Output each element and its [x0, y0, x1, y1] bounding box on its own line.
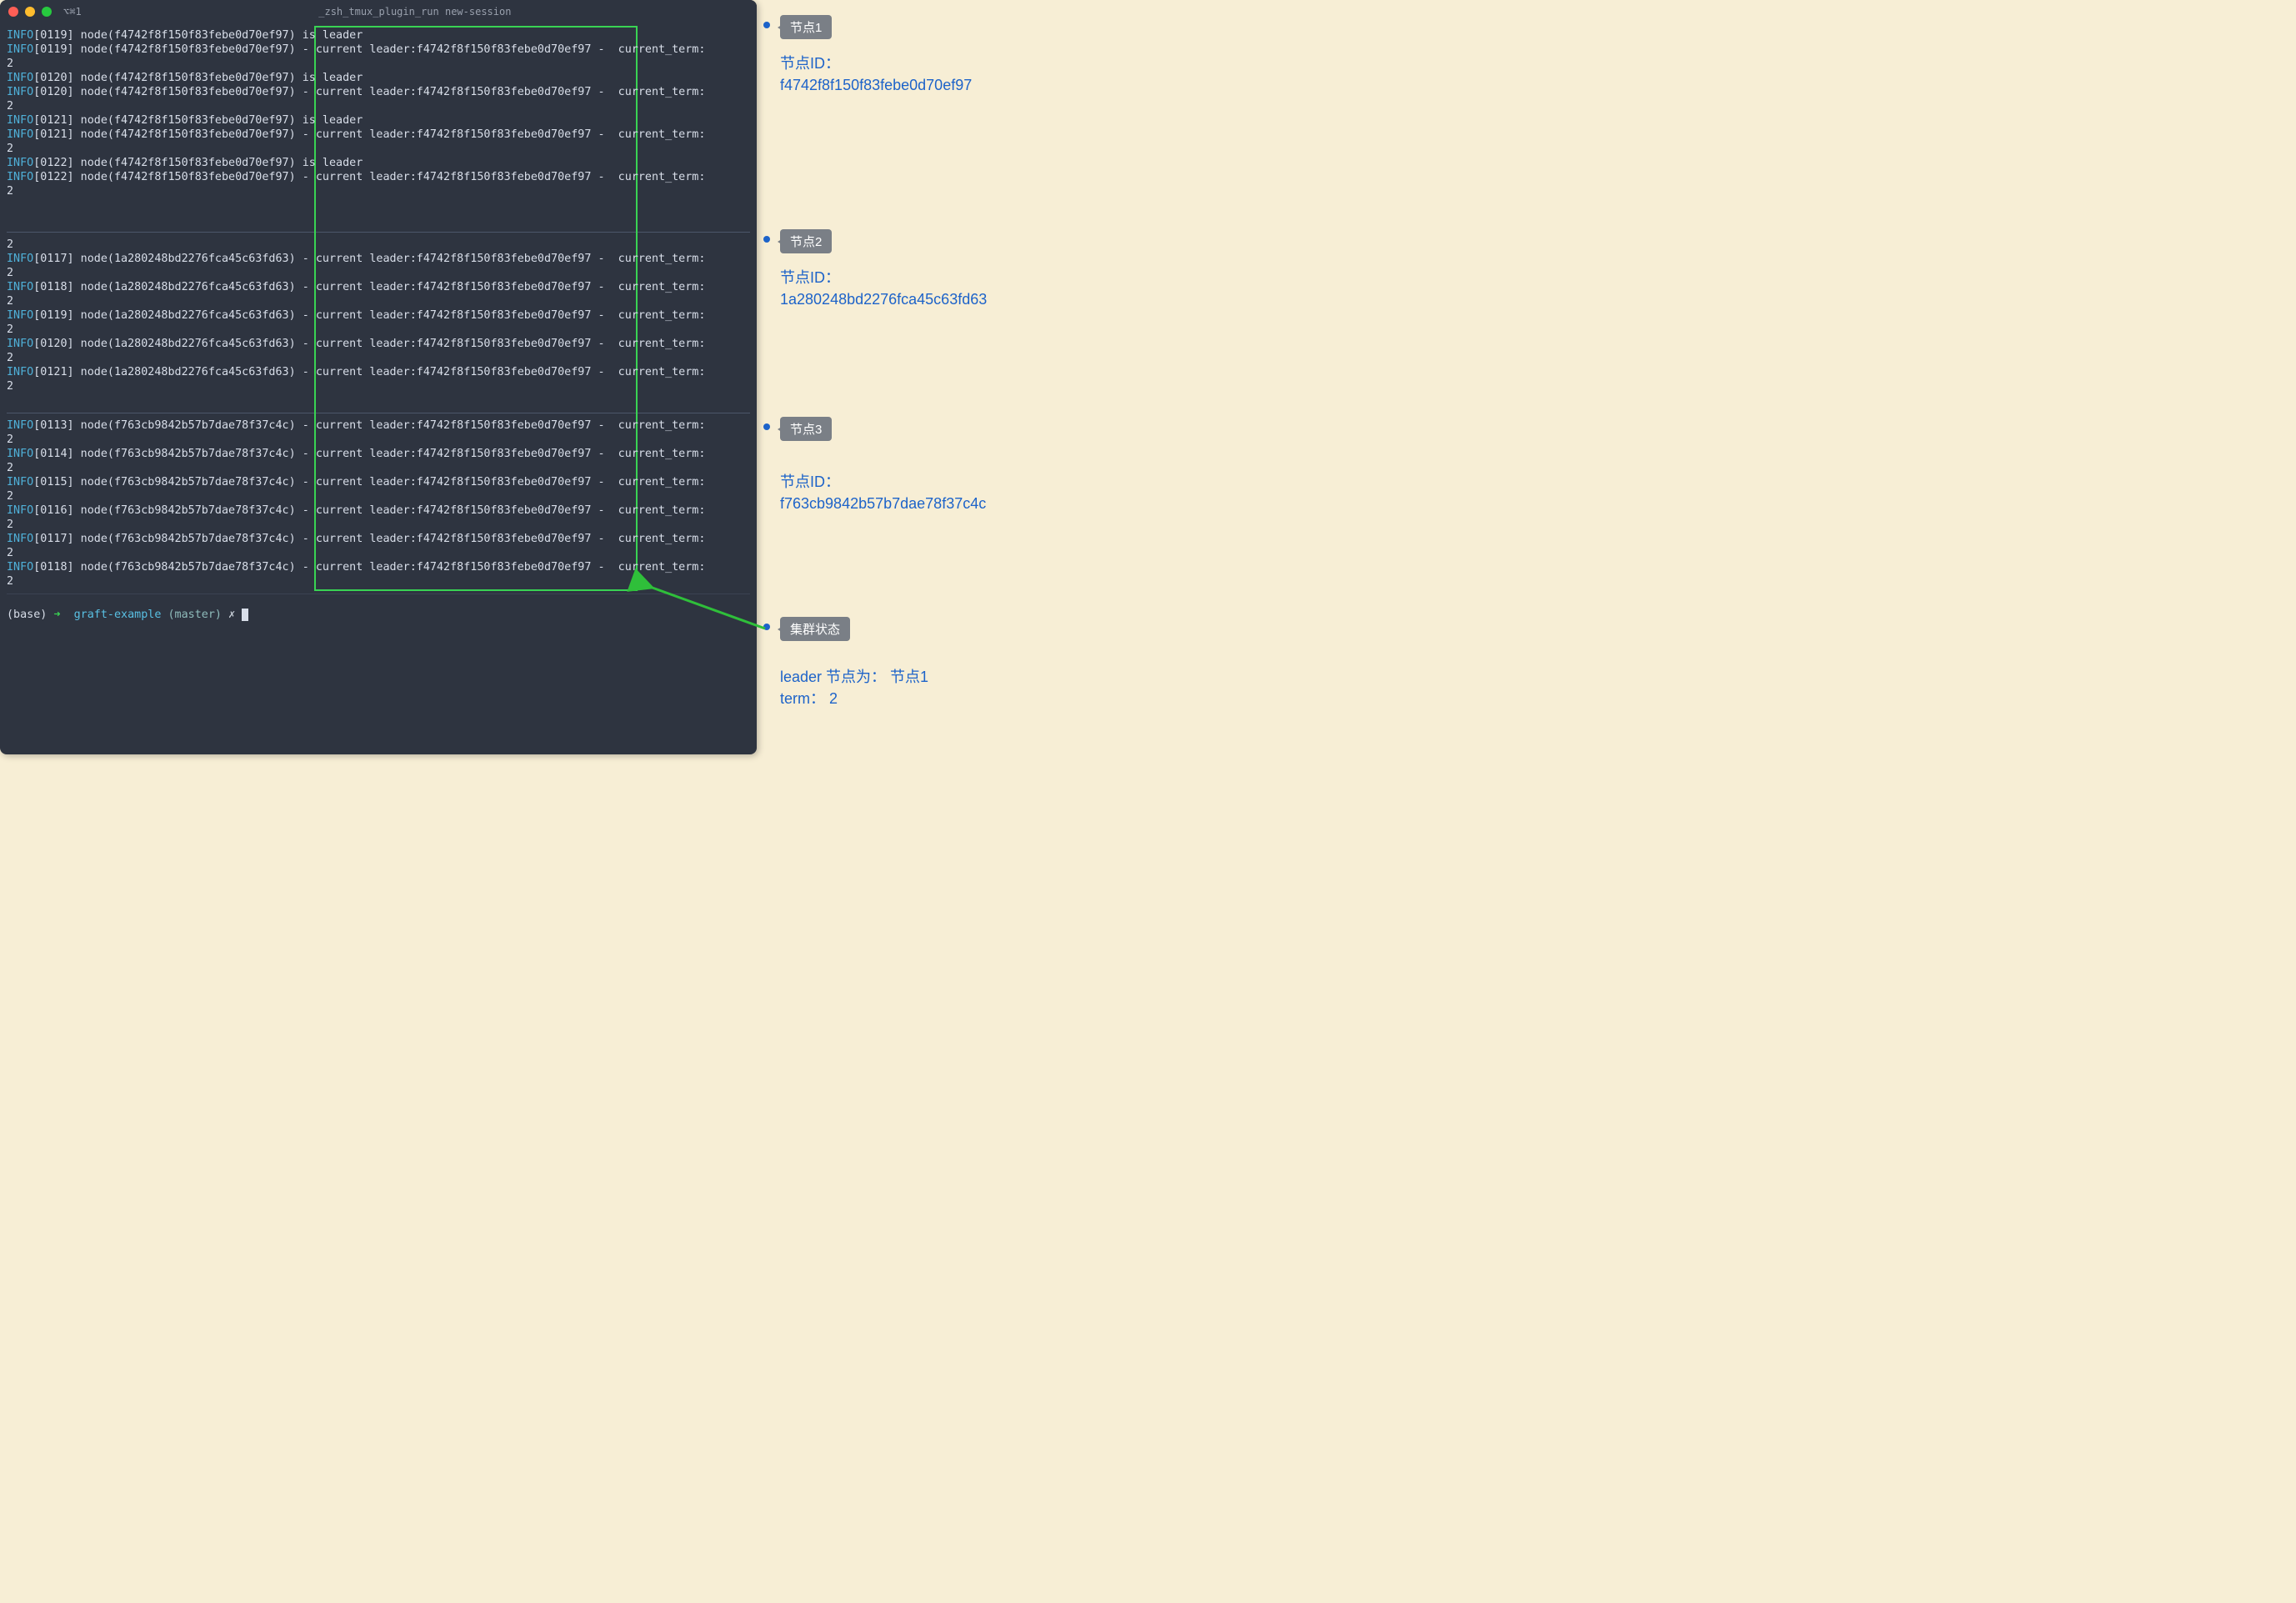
prompt-arrow-icon: ➜ — [53, 609, 60, 621]
annotation-tag: 节点2 — [780, 229, 832, 253]
close-icon[interactable] — [8, 7, 18, 17]
titlebar: ⌥⌘1 _zsh_tmux_plugin_run new-session — [0, 0, 757, 23]
annotation-node-3: 节点3 节点ID： f763cb9842b57b7dae78f37c4c — [780, 417, 986, 514]
traffic-lights[interactable] — [8, 7, 52, 17]
annotation-cluster-state: 集群状态 leader 节点为： 节点1 term： 2 — [780, 617, 928, 709]
prompt-repo: graft-example — [74, 609, 162, 621]
bullet-icon — [763, 423, 770, 430]
annotation-label: 节点ID： — [780, 471, 986, 493]
prompt-env: (base) — [7, 609, 47, 621]
bullet-icon — [763, 22, 770, 28]
bullet-icon — [763, 624, 770, 630]
annotation-node-2: 节点2 节点ID： 1a280248bd2276fca45c63fd63 — [780, 229, 987, 310]
bullet-icon — [763, 236, 770, 243]
annotation-tag: 节点1 — [780, 15, 832, 39]
terminal-window: ⌥⌘1 _zsh_tmux_plugin_run new-session INF… — [0, 0, 757, 754]
annotation-id: f4742f8f150f83febe0d70ef97 — [780, 74, 972, 96]
shell-prompt[interactable]: (base) ➜ graft-example (master) ✗ — [7, 599, 750, 622]
tmux-pane-1[interactable]: INFO[0119] node(f4742f8f150f83febe0d70ef… — [7, 28, 750, 227]
cursor-icon — [242, 609, 248, 621]
maximize-icon[interactable] — [42, 7, 52, 17]
git-dirty-icon: ✗ — [228, 609, 235, 621]
tmux-pane-3[interactable]: INFO[0113] node(f763cb9842b57b7dae78f37c… — [7, 418, 750, 589]
minimize-icon[interactable] — [25, 7, 35, 17]
tmux-pane-2[interactable]: 2 INFO[0117] node(1a280248bd2276fca45c63… — [7, 238, 750, 408]
terminal-body[interactable]: INFO[0119] node(f4742f8f150f83febe0d70ef… — [0, 23, 757, 629]
annotation-label: 节点ID： — [780, 53, 972, 74]
annotation-panel: 节点1 节点ID： f4742f8f150f83febe0d70ef97 节点2… — [757, 0, 1088, 760]
cluster-leader-line: leader 节点为： 节点1 — [780, 666, 928, 688]
annotation-node-1: 节点1 节点ID： f4742f8f150f83febe0d70ef97 — [780, 15, 972, 96]
prompt-branch: (master) — [168, 609, 223, 621]
annotation-tag: 集群状态 — [780, 617, 850, 641]
window-title: _zsh_tmux_plugin_run new-session — [82, 5, 748, 19]
tab-indicator: ⌥⌘1 — [63, 5, 82, 19]
annotation-label: 节点ID： — [780, 267, 987, 288]
pane-divider — [7, 232, 750, 233]
annotation-id: f763cb9842b57b7dae78f37c4c — [780, 493, 986, 514]
cluster-term-line: term： 2 — [780, 688, 928, 709]
annotation-tag: 节点3 — [780, 417, 832, 441]
annotation-id: 1a280248bd2276fca45c63fd63 — [780, 288, 987, 310]
